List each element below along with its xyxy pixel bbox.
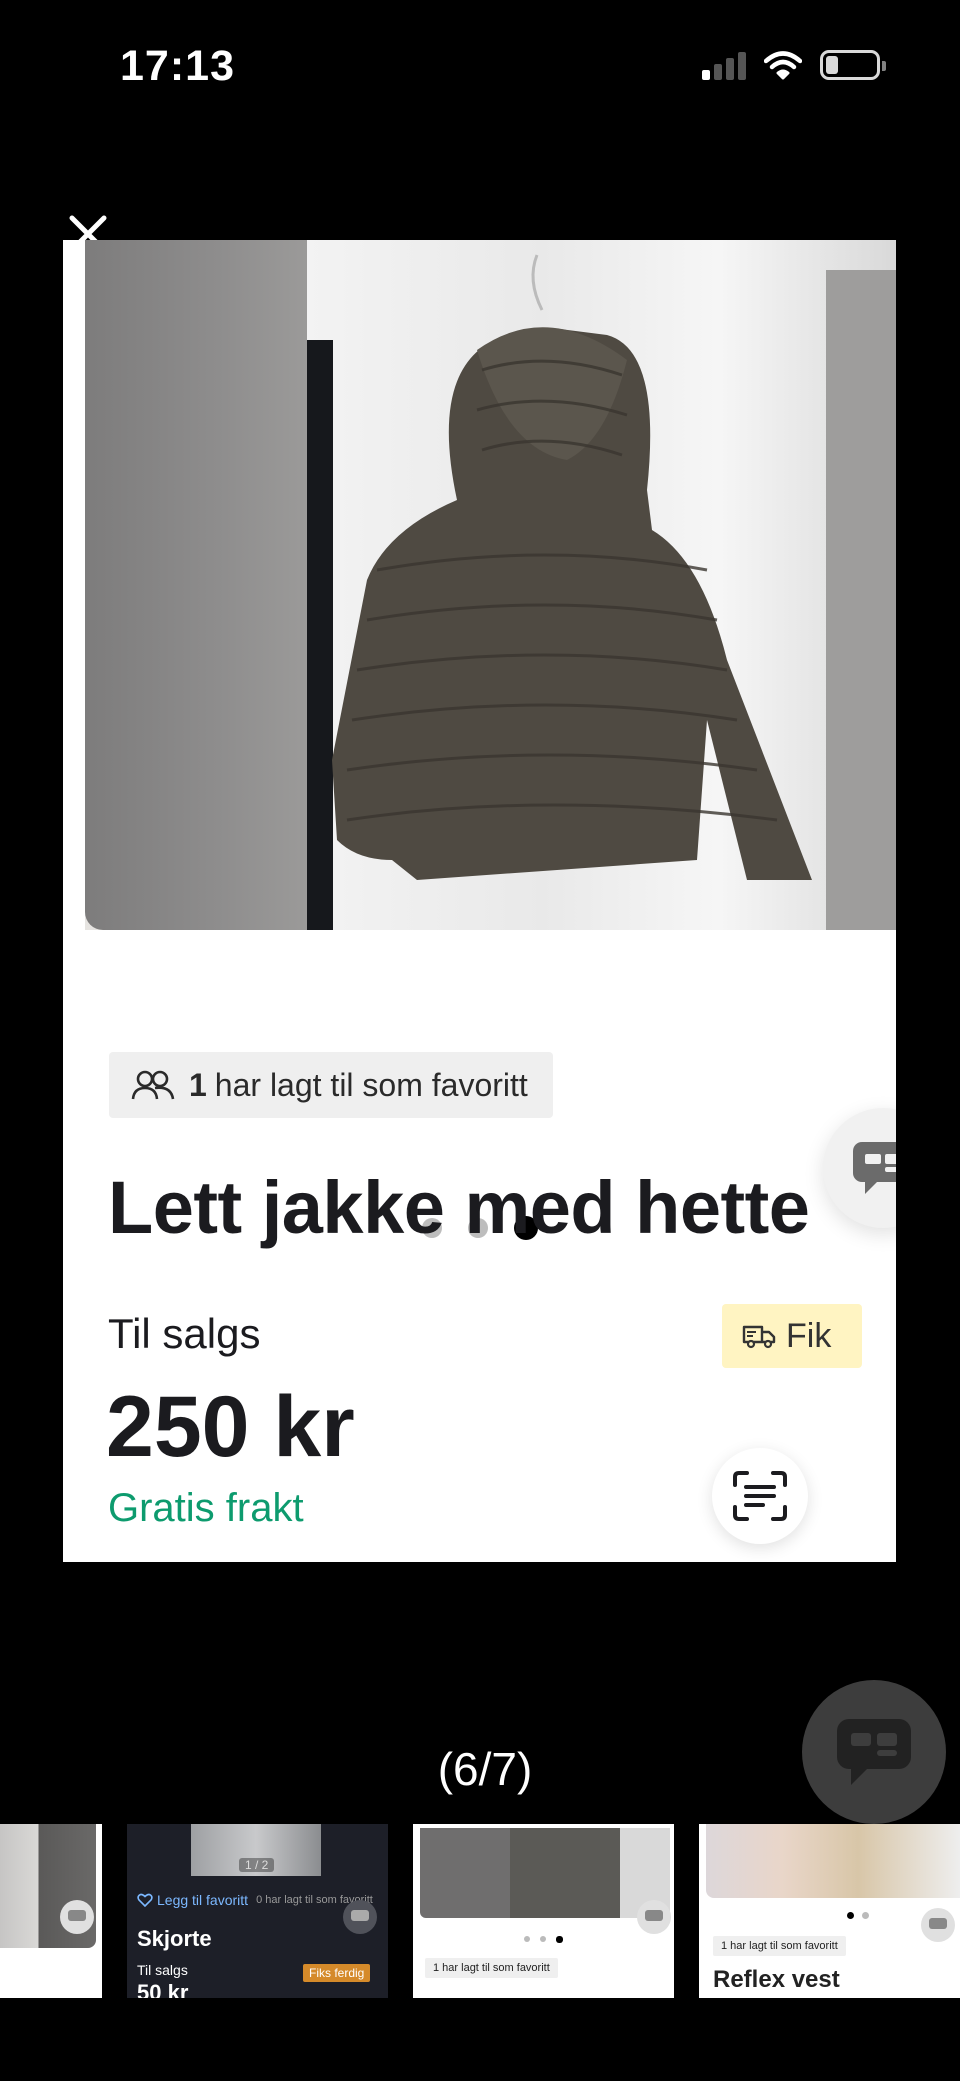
chat-button[interactable] [823, 1108, 896, 1228]
listing-title: Lett jakke med hette [108, 1166, 810, 1249]
thumbnail-title: Skjorte [137, 1926, 212, 1951]
listing-photo[interactable] [85, 240, 896, 930]
floating-chat-button[interactable] [802, 1680, 946, 1824]
fiks-badge-label: Fik [786, 1316, 832, 1355]
signal-icon [702, 50, 746, 80]
favorites-chip: 1 har lagt til som favoritt [109, 1052, 553, 1118]
shipping-info: Gratis frakt + Trygg betaling 40 kr [108, 1486, 701, 1531]
chat-icon [837, 1719, 911, 1785]
chat-icon [60, 1900, 94, 1934]
people-icon [131, 1070, 175, 1100]
chat-icon [637, 1900, 671, 1934]
thumbnail-item[interactable]: 1 har lagt til som favoritt Reflex vest [699, 1824, 960, 1998]
free-shipping-label: Gratis frakt [108, 1486, 304, 1530]
thumbnail-title: Reflex vest [713, 1966, 840, 1993]
add-favorite-link[interactable]: Legg til favoritt 0 har lagt til som fav… [137, 1892, 373, 1908]
chat-icon [853, 1142, 896, 1194]
safe-payment-label: + Trygg betaling 40 kr [303, 1486, 701, 1530]
wifi-icon [764, 51, 802, 80]
add-favorite-label: Legg til favoritt [157, 1892, 249, 1908]
listing-status: Til salgs [108, 1310, 261, 1357]
chat-icon [343, 1900, 377, 1934]
thumbnail-item-current[interactable]: 1 har lagt til som favoritt [413, 1824, 674, 1998]
listing-price: 250 kr [106, 1379, 355, 1475]
jacket-image [332, 254, 812, 880]
truck-icon [742, 1325, 776, 1349]
thumbnail-pagination [413, 1936, 674, 1943]
favorites-count: 1 [189, 1066, 207, 1103]
status-icons [702, 50, 886, 80]
scan-text-button[interactable] [712, 1448, 808, 1544]
thumbnail-pagination [847, 1912, 869, 1919]
status-time: 17:13 [120, 42, 235, 90]
favorites-text: har lagt til som favoritt [214, 1066, 528, 1103]
chat-icon [921, 1908, 955, 1942]
thumbnail-status: Til salgs [137, 1962, 188, 1978]
heart-icon [137, 1893, 153, 1907]
fiks-ferdig-badge: Fiks ferdig [303, 1964, 371, 1982]
thumbnail-strip[interactable]: 1 / 2 Legg til favoritt 0 har lagt til s… [0, 1824, 960, 1998]
battery-icon [820, 50, 886, 80]
favorites-chip: 1 har lagt til som favoritt [425, 1958, 558, 1978]
thumbnail-price: 50 kr [137, 1980, 189, 1998]
fiks-ferdig-badge: Fik [722, 1304, 862, 1368]
thumbnail-item[interactable] [0, 1824, 102, 1998]
thumbnail-pager: 1 / 2 [239, 1858, 275, 1872]
scan-text-icon [733, 1471, 787, 1521]
thumbnail-item[interactable]: 1 / 2 Legg til favoritt 0 har lagt til s… [127, 1824, 388, 1998]
favorites-chip: 1 har lagt til som favoritt [713, 1936, 846, 1956]
